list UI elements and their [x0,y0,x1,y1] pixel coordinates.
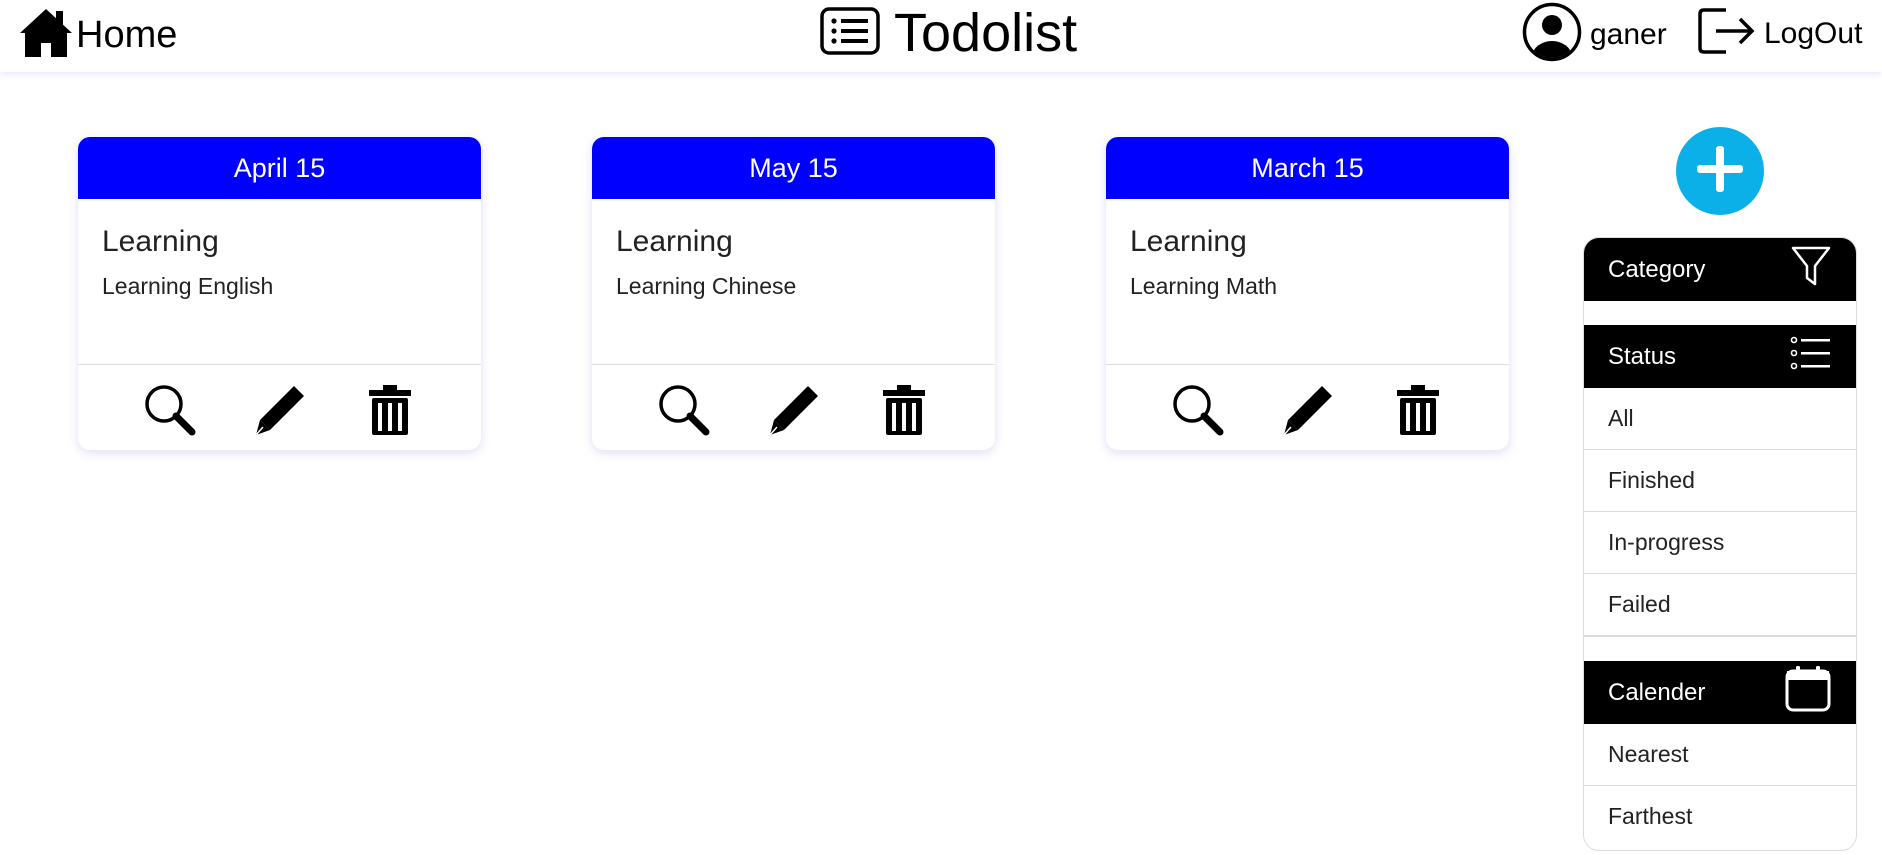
search-icon[interactable] [1168,380,1228,440]
trash-icon[interactable] [874,380,934,440]
brand: Todolist [820,2,1077,64]
calendar-icon [1784,665,1832,720]
card-body: Learning Learning Chinese [592,199,995,365]
status-label: Status [1608,342,1677,370]
user-avatar-icon [1522,2,1582,67]
calendar-option-nearest[interactable]: Nearest [1584,724,1856,786]
calendar-label: Calender [1608,678,1706,706]
card-date: April 15 [78,137,481,199]
card-description: Learning English [102,273,274,299]
category-filter-header[interactable]: Category [1584,238,1856,301]
filter-icon [1790,245,1832,294]
user-profile[interactable]: ganer [1522,2,1667,67]
panel-spacer [1584,637,1856,661]
status-option-failed[interactable]: Failed [1584,574,1856,635]
panel-spacer [1584,301,1856,325]
home-label: Home [76,14,178,56]
card-title: Learning [102,225,219,258]
todo-card: March 15 Learning Learning Math [1106,137,1509,450]
card-date: March 15 [1106,137,1509,199]
card-body: Learning Learning Math [1106,199,1509,365]
status-option-in-progress[interactable]: In-progress [1584,512,1856,574]
username: ganer [1590,17,1667,51]
status-option-finished[interactable]: Finished [1584,450,1856,512]
card-actions [592,365,995,450]
search-icon[interactable] [654,380,714,440]
brand-title: Todolist [894,3,1078,63]
pencil-icon[interactable] [250,380,310,440]
list-icon [1790,336,1832,377]
home-link[interactable]: Home [18,5,177,66]
pencil-icon[interactable] [1278,380,1338,440]
plus-icon [1695,144,1745,199]
card-actions [1106,365,1509,450]
logout-button[interactable]: LogOut [1696,6,1862,61]
home-icon [18,5,74,66]
card-date: May 15 [592,137,995,199]
status-option-all[interactable]: All [1584,388,1856,450]
calendar-filter-header[interactable]: Calender [1584,661,1856,724]
top-navbar: Home Todolist ganer LogOut [0,0,1882,72]
trash-icon[interactable] [360,380,420,440]
card-body: Learning Learning English [78,199,481,365]
list-alt-icon [820,6,880,60]
todo-card: April 15 Learning Learning English [78,137,481,450]
card-actions [78,365,481,450]
card-description: Learning Math [1130,273,1278,299]
status-filter-header[interactable]: Status [1584,325,1856,388]
search-icon[interactable] [140,380,200,440]
filter-panel: Category Status All Finished In-progress… [1583,237,1857,851]
card-description: Learning Chinese [616,273,797,299]
add-todo-button[interactable] [1676,127,1764,215]
category-label: Category [1608,255,1706,283]
pencil-icon[interactable] [764,380,824,440]
card-title: Learning [1130,225,1247,258]
logout-icon [1696,6,1758,61]
calendar-option-farthest[interactable]: Farthest [1584,786,1856,847]
card-title: Learning [616,225,733,258]
logout-label: LogOut [1764,16,1863,50]
todo-card: May 15 Learning Learning Chinese [592,137,995,450]
trash-icon[interactable] [1388,380,1448,440]
